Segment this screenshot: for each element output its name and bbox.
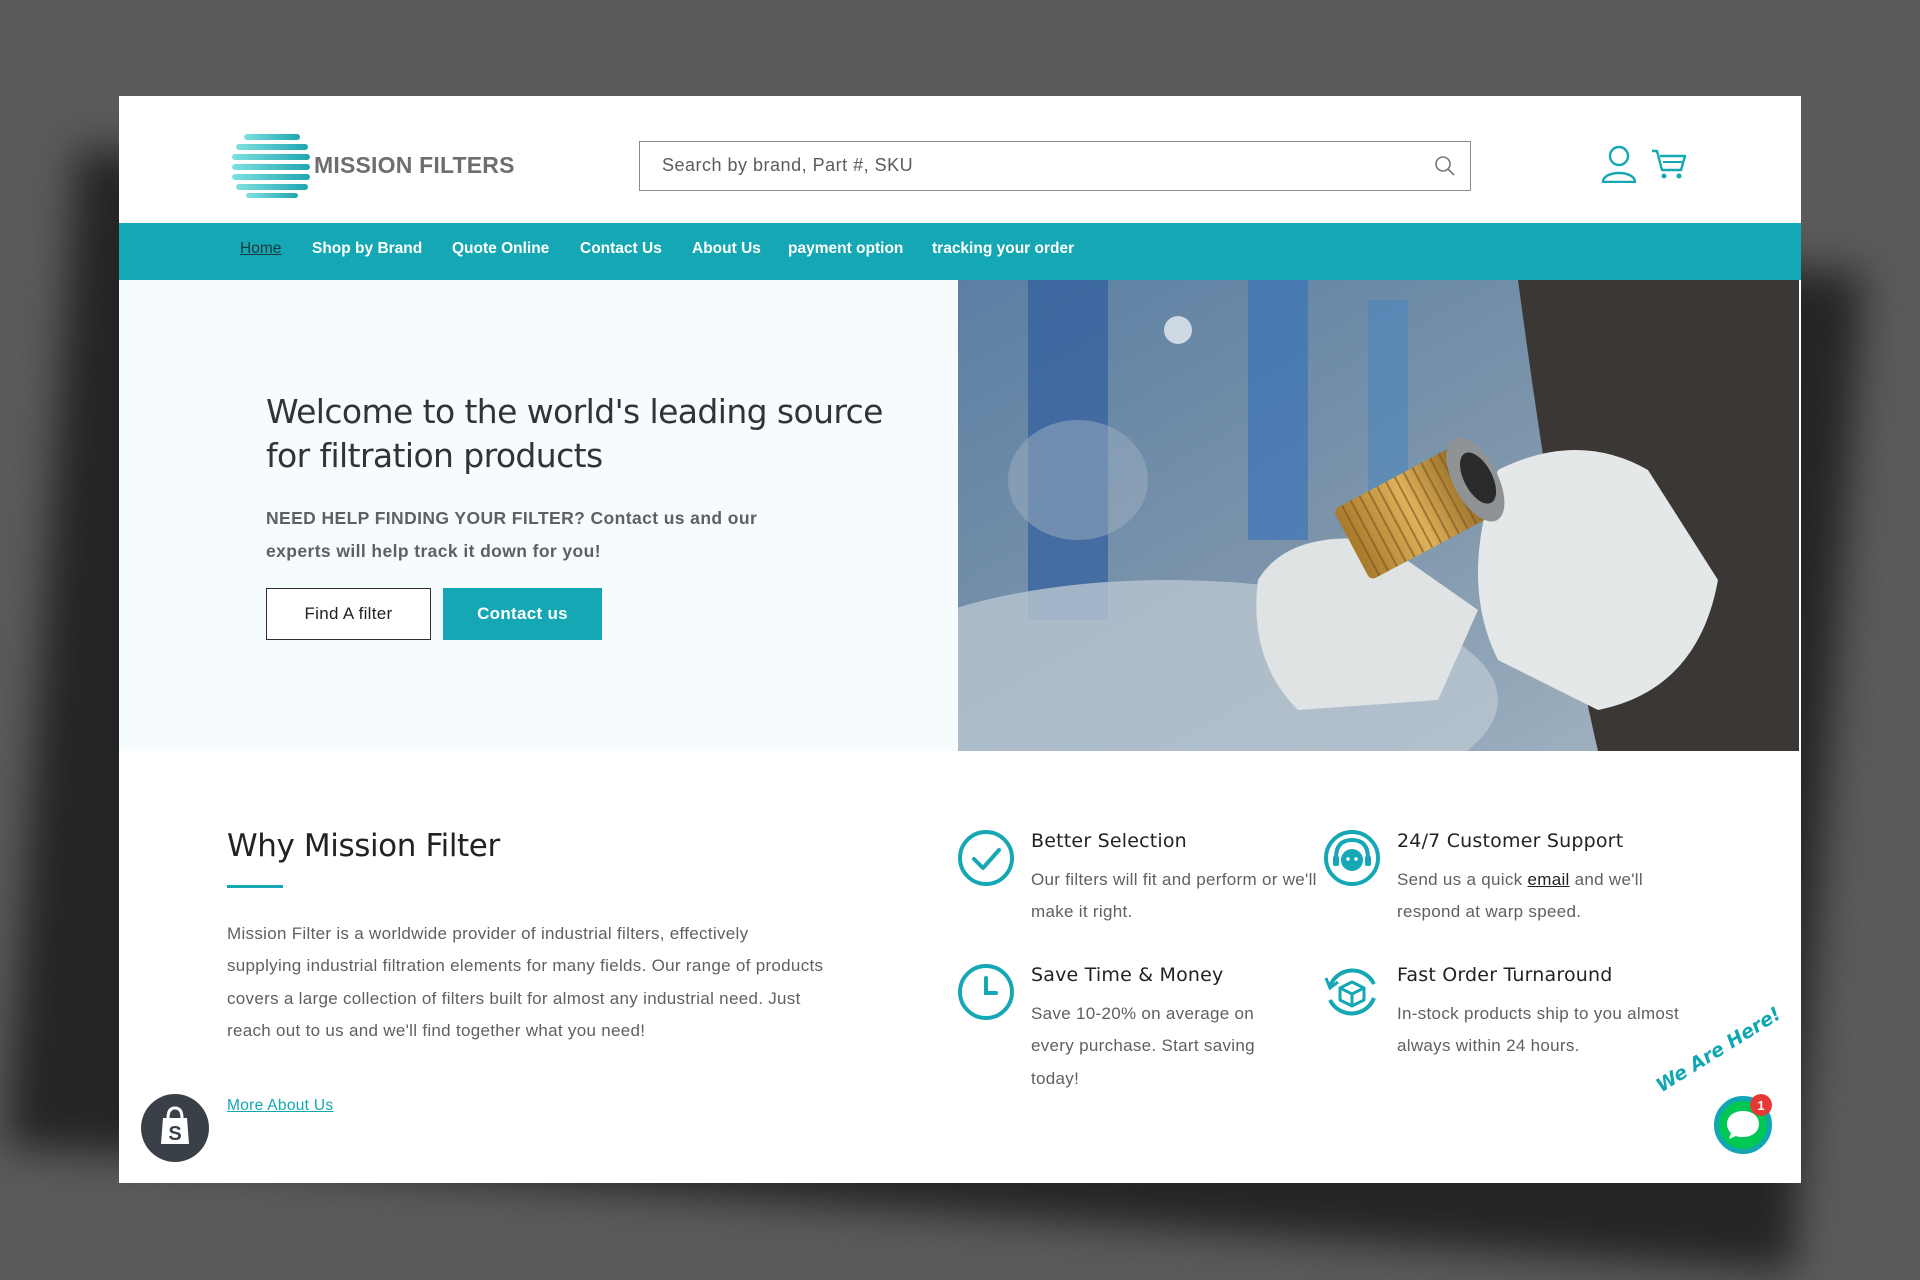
nav-item-about-us[interactable]: About Us [692, 240, 761, 258]
hero-title: Welcome to the world's leading source fo… [266, 392, 883, 475]
search-input[interactable] [640, 142, 1444, 189]
logo-mark-icon [232, 134, 310, 198]
hero-subtitle: NEED HELP FINDING YOUR FILTER? Contact u… [266, 508, 758, 561]
feature-desc-support: Send us a quick email and we'll respond … [1397, 864, 1697, 929]
browser-page: MISSION FILTERS Home Shop by Brand Quote… [119, 96, 1801, 1183]
main-nav: Home Shop by Brand Quote Online Contact … [119, 223, 1801, 280]
search-icon[interactable] [1434, 155, 1456, 177]
nav-item-home[interactable]: Home [240, 240, 281, 258]
site-header: MISSION FILTERS [119, 96, 1801, 223]
feature-title-selection: Better Selection [1031, 830, 1187, 852]
nav-item-tracking-order[interactable]: tracking your order [932, 240, 1074, 258]
account-icon[interactable] [1601, 145, 1637, 183]
feature-title-support: 24/7 Customer Support [1397, 830, 1624, 852]
clock-icon [958, 964, 1014, 1020]
logo[interactable]: MISSION FILTERS [232, 132, 522, 198]
feature-desc-turnaround: In-stock products ship to you almost alw… [1397, 1004, 1679, 1056]
why-section-title: Why Mission Filter [227, 828, 500, 864]
feature-title-turnaround: Fast Order Turnaround [1397, 964, 1613, 986]
logo-text: MISSION FILTERS [314, 152, 515, 178]
shopping-bag-icon: S [161, 1106, 189, 1145]
nav-item-contact-us[interactable]: Contact Us [580, 240, 662, 258]
more-about-us-link[interactable]: More About Us [227, 1097, 333, 1115]
hero-photo-illustration [958, 280, 1799, 751]
contact-us-button[interactable]: Contact us [443, 588, 602, 640]
chat-notification-badge: 1 [1750, 1094, 1772, 1116]
feature-desc-savings: Save 10-20% on average on every purchase… [1031, 1004, 1255, 1088]
nav-item-payment-option[interactable]: payment option [788, 240, 903, 258]
find-filter-button[interactable]: Find A filter [266, 588, 431, 640]
feature-desc-selection: Our filters will fit and perform or we'l… [1031, 870, 1317, 922]
check-circle-icon [958, 830, 1014, 886]
email-link[interactable]: email [1528, 870, 1570, 889]
why-section-text: Mission Filter is a worldwide provider o… [227, 924, 824, 1041]
feature-desc-support-start: Send us a quick [1397, 870, 1528, 889]
hero-panel: Welcome to the world's leading source fo… [119, 280, 958, 751]
feature-title-savings: Save Time & Money [1031, 964, 1224, 986]
section-underline [227, 885, 283, 888]
hero-image [958, 280, 1799, 751]
nav-item-shop-by-brand[interactable]: Shop by Brand [312, 240, 422, 258]
shop-app-button[interactable]: S [141, 1094, 209, 1162]
search-bar [639, 141, 1471, 191]
box-refresh-icon [1324, 968, 1376, 1016]
nav-item-quote-online[interactable]: Quote Online [452, 240, 549, 258]
cart-icon[interactable] [1651, 148, 1687, 180]
svg-text:S: S [168, 1123, 181, 1145]
support-agent-icon [1324, 830, 1380, 886]
